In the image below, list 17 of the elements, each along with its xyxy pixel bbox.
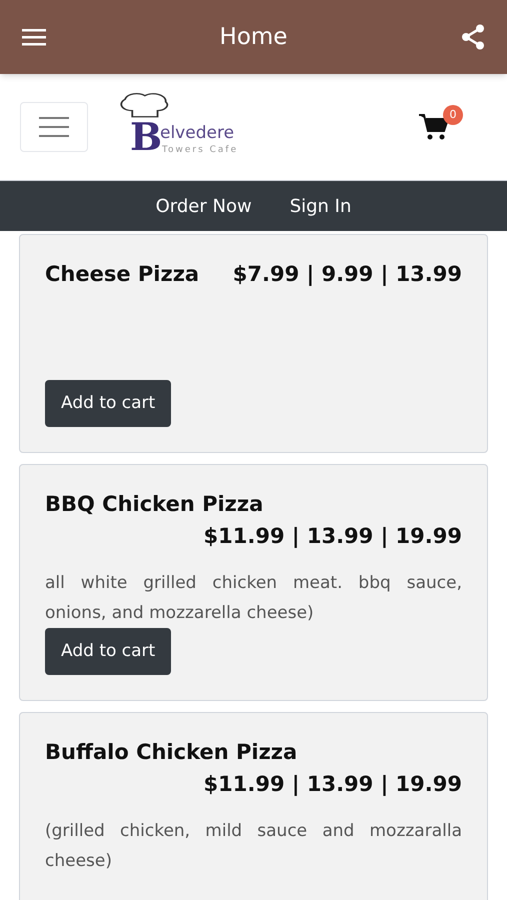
item-name: BBQ Chicken Pizza	[45, 491, 264, 518]
logo-tagline: Towers Cafe	[162, 146, 238, 155]
page-title: Home	[220, 22, 288, 52]
logo-name: elvedere	[160, 125, 234, 142]
item-price: $11.99 | 13.99 | 19.99	[204, 522, 462, 550]
item-price: $11.99 | 13.99 | 19.99	[204, 770, 462, 798]
nav-link[interactable]: Sign In	[290, 192, 352, 220]
logo-initial: B	[130, 118, 162, 156]
add-to-cart-button[interactable]: Add to cart	[45, 628, 172, 675]
add-to-cart-button[interactable]: Add to cart	[45, 380, 172, 427]
item-description: all white grilled chicken meat. bbq sauce, onions, and mozzarella cheese)	[45, 572, 462, 625]
cart-count-badge: 0	[443, 105, 463, 125]
item-name: Cheese Pizza	[45, 261, 200, 288]
item-name: Buffalo Chicken Pizza	[45, 739, 298, 766]
item-description: (grilled chicken, mild sauce and mozzaralla cheese)	[45, 820, 462, 873]
nav-link[interactable]: Order Now	[156, 192, 252, 220]
item-price: $7.99 | 9.99 | 13.99	[232, 261, 462, 288]
